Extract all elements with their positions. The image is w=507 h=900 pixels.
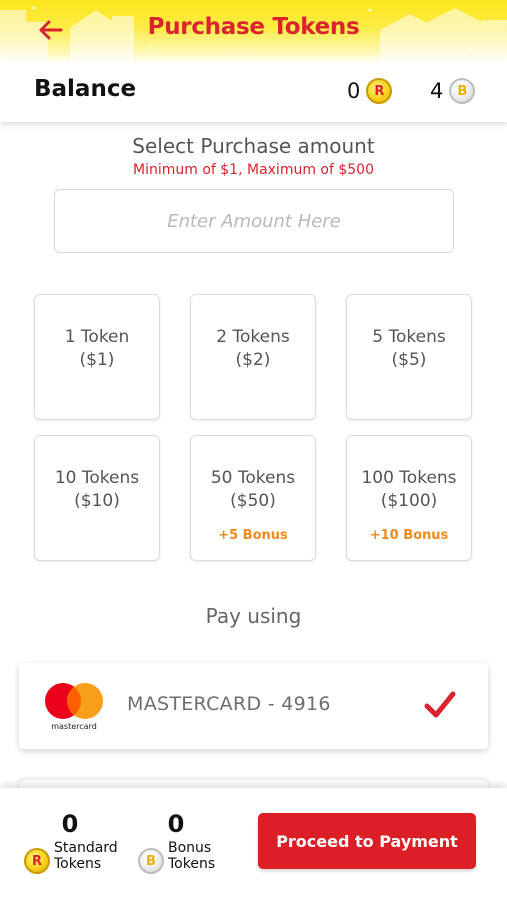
payment-method-mastercard[interactable]: mastercard MASTERCARD - 4916	[19, 663, 488, 749]
checkmark-icon	[424, 691, 456, 718]
token-option-price: ($100)	[380, 491, 438, 511]
balance-label: Balance	[34, 76, 137, 102]
token-option-name: 2 Tokens	[216, 327, 290, 347]
purchase-tokens-screen: Purchase Tokens Balance 0 R 4 B Select P…	[0, 0, 507, 900]
token-option-price: ($5)	[391, 350, 427, 370]
footer-standard-label-line1: Standard	[54, 840, 118, 856]
token-option-name: 10 Tokens	[54, 468, 140, 488]
token-option-1[interactable]: 1 Token ($1)	[34, 294, 160, 420]
footer-bonus-label-line2: Tokens	[168, 856, 216, 872]
balance-bar: Balance 0 R 4 B	[0, 64, 507, 122]
standard-token-coin-icon: R	[366, 78, 393, 104]
token-option-price: ($50)	[230, 491, 276, 511]
footer-bonus-label: Bonus Tokens	[168, 840, 215, 872]
token-option-name: 100 Tokens	[361, 468, 457, 488]
token-option-100[interactable]: 100 Tokens ($100) +10 Bonus	[346, 435, 472, 561]
token-option-5[interactable]: 5 Tokens ($5)	[346, 294, 472, 420]
mastercard-brand-text: mastercard	[51, 722, 97, 731]
header-bar: Purchase Tokens	[0, 0, 507, 64]
token-option-name: 1 Token	[64, 327, 130, 347]
footer-standard-label-line2: Tokens	[54, 856, 102, 872]
bonus-token-coin-icon: B	[449, 78, 476, 104]
token-option-price: ($10)	[74, 491, 120, 511]
standard-token-coin-icon: R	[24, 848, 50, 874]
bonus-balance: 4 B	[430, 78, 476, 104]
footer-standard-label: Standard Tokens	[54, 840, 118, 872]
bonus-token-coin-icon: B	[138, 848, 164, 874]
standard-balance-count: 0	[347, 79, 361, 103]
page-title: Purchase Tokens	[147, 14, 360, 40]
token-option-price: ($1)	[79, 350, 115, 370]
footer-bonus-count: 0	[167, 810, 185, 838]
token-option-bonus: +10 Bonus	[369, 528, 449, 543]
token-option-50[interactable]: 50 Tokens ($50) +5 Bonus	[190, 435, 316, 561]
proceed-to-payment-button[interactable]: Proceed to Payment	[258, 813, 476, 869]
payment-method-label: MASTERCARD - 4916	[127, 693, 331, 715]
token-option-price: ($2)	[235, 350, 271, 370]
pay-using-heading: Pay using	[205, 604, 302, 628]
token-option-bonus: +5 Bonus	[218, 528, 288, 543]
standard-balance: 0 R	[347, 78, 393, 104]
footer-bonus-label-line1: Bonus	[168, 840, 212, 856]
amount-input[interactable]	[54, 189, 454, 253]
bonus-balance-count: 4	[430, 79, 444, 103]
footer-standard-count: 0	[61, 810, 79, 838]
token-option-10[interactable]: 10 Tokens ($10)	[34, 435, 160, 561]
footer-bar: 0 R Standard Tokens 0 B Bonus Tokens Pro…	[0, 788, 507, 900]
token-option-name: 50 Tokens	[210, 468, 296, 488]
mastercard-logo-icon: mastercard	[45, 683, 103, 731]
amount-limits-text: Minimum of $1, Maximum of $500	[133, 162, 374, 178]
select-amount-title: Select Purchase amount	[132, 134, 375, 158]
token-option-2[interactable]: 2 Tokens ($2)	[190, 294, 316, 420]
token-option-name: 5 Tokens	[372, 327, 446, 347]
